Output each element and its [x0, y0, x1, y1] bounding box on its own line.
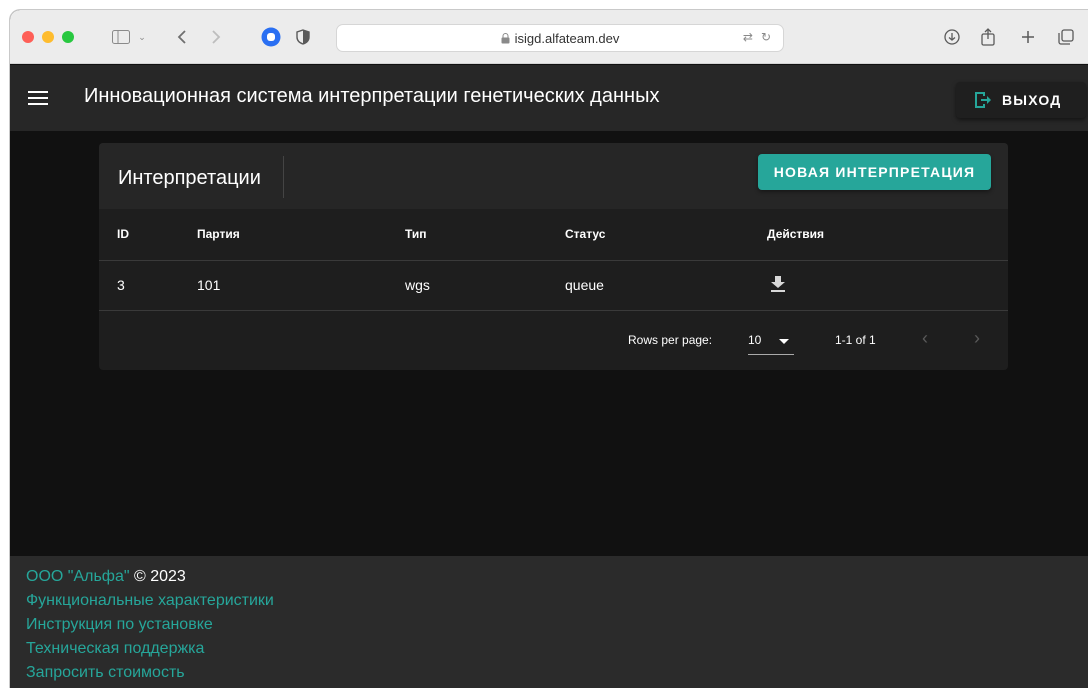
column-header-id[interactable]: ID	[99, 209, 197, 261]
browser-window: ⌄ isigd.alfateam.dev ⇄ ↻ Инновационная с…	[10, 10, 1088, 688]
rows-per-page-value: 10	[748, 333, 762, 347]
download-icon[interactable]	[942, 26, 962, 48]
menu-icon[interactable]	[28, 91, 48, 109]
forward-icon[interactable]	[208, 26, 224, 48]
rows-per-page-select[interactable]: 10	[748, 325, 794, 355]
table-row[interactable]: 3 101 wgs queue	[99, 260, 1008, 311]
interpretations-card: Интерпретации НОВАЯ ИНТЕРПРЕТАЦИЯ ID Пар…	[99, 143, 1008, 370]
app-bar: Инновационная система интерпретации гене…	[10, 65, 1088, 131]
browser-toolbar: ⌄ isigd.alfateam.dev ⇄ ↻	[10, 10, 1088, 64]
header-divider	[283, 156, 284, 198]
cell-id: 3	[99, 260, 197, 311]
card-title: Интерпретации	[118, 167, 261, 189]
share-icon[interactable]	[978, 26, 998, 48]
cell-batch: 101	[197, 260, 405, 311]
url-text: isigd.alfateam.dev	[514, 30, 620, 46]
pagination-range: 1-1 of 1	[835, 333, 876, 347]
footer-link-install[interactable]: Инструкция по установке	[26, 613, 1088, 637]
maximize-window-button[interactable]	[62, 30, 74, 43]
app-title: Инновационная система интерпретации гене…	[84, 85, 660, 107]
adblock-hand-icon[interactable]	[260, 26, 282, 48]
address-bar[interactable]: isigd.alfateam.dev ⇄ ↻	[336, 24, 784, 52]
site-footer: ООО "Альфа" © 2023 Функциональные характ…	[10, 556, 1088, 688]
column-header-batch[interactable]: Партия	[197, 209, 405, 261]
minimize-window-button[interactable]	[42, 30, 54, 43]
copyright-line: ООО "Альфа" © 2023	[26, 565, 1088, 589]
table-pagination: Rows per page: 10 1-1 of 1 ‹ ›	[99, 310, 1008, 370]
window-controls	[22, 30, 74, 43]
cell-actions	[767, 260, 1008, 311]
column-header-type[interactable]: Тип	[405, 209, 565, 261]
dropdown-arrow-icon	[779, 339, 789, 344]
lock-icon	[501, 32, 510, 43]
next-page-icon[interactable]: ›	[974, 328, 980, 349]
cell-type: wgs	[405, 260, 565, 311]
footer-link-pricing[interactable]: Запросить стоимость	[26, 661, 1088, 685]
rows-per-page-label: Rows per page:	[628, 333, 713, 347]
card-header: Интерпретации НОВАЯ ИНТЕРПРЕТАЦИЯ	[99, 143, 1008, 209]
chevron-down-icon[interactable]: ⌄	[136, 26, 148, 48]
prev-page-icon[interactable]: ‹	[922, 328, 928, 349]
footer-link-features[interactable]: Функциональные характеристики	[26, 589, 1088, 613]
logout-label: ВЫХОД	[1002, 92, 1062, 108]
translate-icon[interactable]: ⇄	[743, 30, 753, 44]
footer-link-support[interactable]: Техническая поддержка	[26, 637, 1088, 661]
column-header-status[interactable]: Статус	[565, 209, 767, 261]
new-interpretation-button[interactable]: НОВАЯ ИНТЕРПРЕТАЦИЯ	[758, 154, 991, 190]
back-icon[interactable]	[174, 26, 190, 48]
new-tab-icon[interactable]	[1018, 26, 1038, 48]
reload-icon[interactable]: ↻	[761, 30, 771, 44]
sidebar-toggle-icon[interactable]	[110, 26, 132, 48]
privacy-shield-icon[interactable]	[294, 26, 312, 48]
copyright-text: © 2023	[134, 568, 186, 585]
logout-icon	[975, 92, 991, 108]
cell-status: queue	[565, 260, 767, 311]
download-icon[interactable]	[771, 275, 785, 292]
logout-button[interactable]: ВЫХОД	[956, 82, 1086, 118]
close-window-button[interactable]	[22, 30, 34, 43]
table-header-row: ID Партия Тип Статус Действия	[99, 209, 1008, 261]
tab-overview-icon[interactable]	[1056, 26, 1076, 48]
company-link[interactable]: ООО "Альфа"	[26, 568, 130, 585]
interpretations-table: ID Партия Тип Статус Действия 3 101 wgs …	[99, 209, 1008, 311]
column-header-actions: Действия	[767, 209, 1008, 261]
